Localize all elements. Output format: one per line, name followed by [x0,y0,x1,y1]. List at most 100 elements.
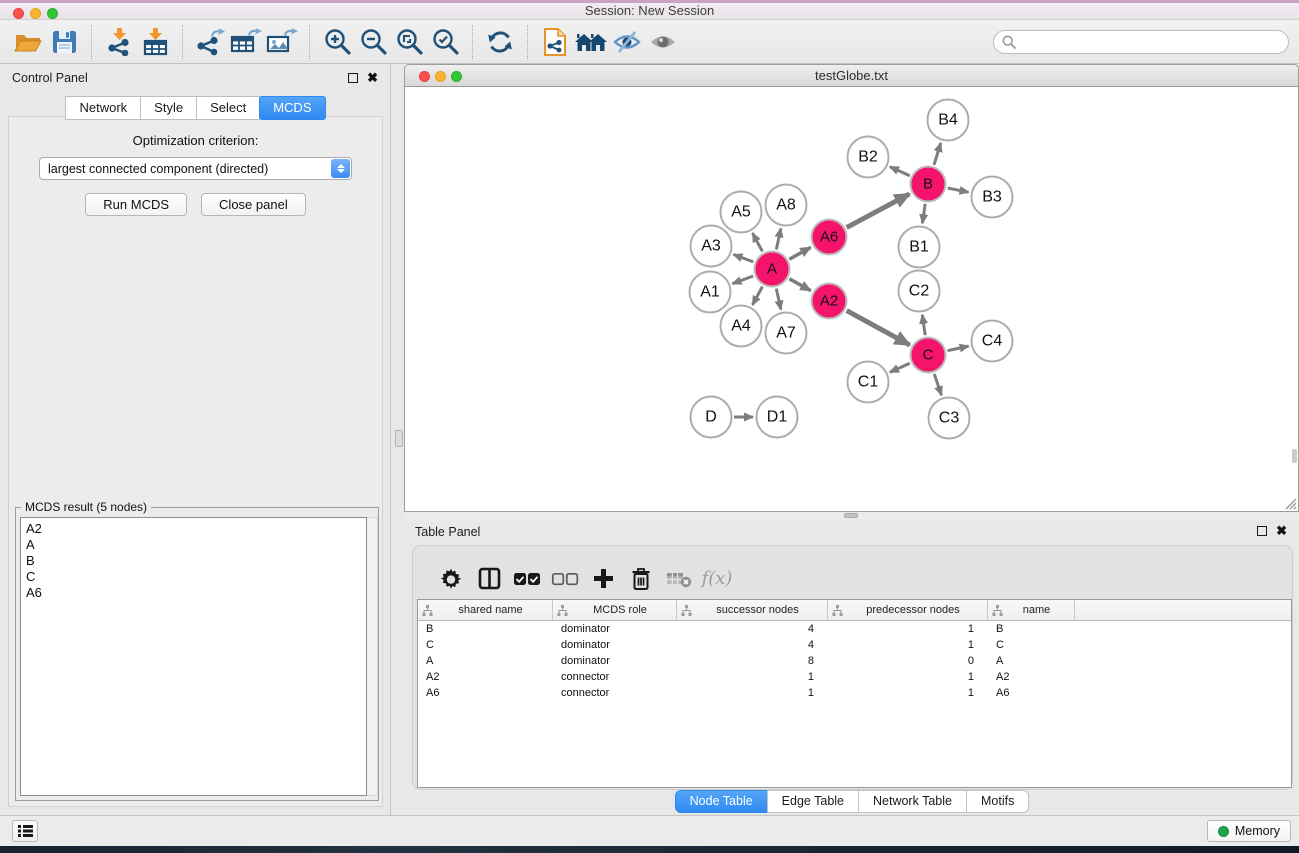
graph-edge-A6-B[interactable] [847,194,910,228]
show-graphics-details-icon[interactable] [645,24,681,60]
split-pane-handle[interactable] [395,430,403,447]
zoom-selected-icon[interactable] [427,24,463,60]
network-canvas[interactable]: B4B2BB3A8A5A6A3B1AC2A1A2A4A7C4CC1C3DD1 [404,87,1299,512]
graph-edge-B-B4[interactable] [934,143,941,165]
table-cell[interactable]: 1 [677,687,828,699]
zoom-window-button[interactable] [47,8,58,19]
mcds-list-scrollbar[interactable] [367,517,378,796]
network-from-file-icon[interactable] [537,24,573,60]
function-builder-icon[interactable]: f(x) [698,568,736,589]
import-table-icon[interactable] [137,24,173,60]
graph-edge-A-A2[interactable] [789,279,810,291]
graph-node-A4[interactable]: A4 [720,305,763,348]
graph-edge-C-C2[interactable] [922,315,925,335]
table-cell[interactable]: 4 [677,639,828,651]
minimize-view-button[interactable] [435,71,446,82]
table-cell[interactable]: B [418,623,553,635]
table-cell[interactable]: B [988,623,1075,635]
table-row[interactable]: A6connector11A6 [418,685,1291,701]
column-header-successor-nodes[interactable]: successor nodes [677,600,828,620]
graph-node-A[interactable]: A [754,251,791,288]
close-window-button[interactable] [13,8,24,19]
export-image-icon[interactable] [264,24,300,60]
network-window-titlebar[interactable]: testGlobe.txt [404,64,1299,87]
graph-node-A2[interactable]: A2 [811,283,848,320]
graph-edge-A-A1[interactable] [733,276,754,284]
show-columns-icon[interactable] [470,567,508,590]
graph-edge-A-A7[interactable] [776,289,781,310]
table-cell[interactable]: A6 [418,687,553,699]
graph-node-B4[interactable]: B4 [927,99,970,142]
home-views-icon[interactable] [573,24,609,60]
table-row[interactable]: Adominator80A [418,653,1291,669]
table-cell[interactable]: C [418,639,553,651]
mcds-result-item[interactable]: A6 [26,585,361,601]
graph-edge-A-A8[interactable] [776,228,781,249]
import-network-icon[interactable] [101,24,137,60]
minimize-window-button[interactable] [30,8,41,19]
table-cell[interactable]: 1 [677,671,828,683]
canvas-hscroll-thumb[interactable] [844,513,858,518]
export-network-icon[interactable] [192,24,228,60]
mcds-result-item[interactable]: B [26,553,361,569]
table-cell[interactable]: A2 [418,671,553,683]
create-column-icon[interactable] [584,568,622,589]
zoom-fit-icon[interactable] [391,24,427,60]
graph-node-B[interactable]: B [910,166,947,203]
canvas-hscrollbar[interactable] [404,512,1299,519]
graph-node-C1[interactable]: C1 [847,361,890,404]
zoom-out-icon[interactable] [355,24,391,60]
mcds-result-item[interactable]: A2 [26,521,361,537]
resize-grip-icon[interactable] [1284,497,1297,510]
column-header-predecessor-nodes[interactable]: predecessor nodes [828,600,988,620]
table-cell[interactable]: dominator [553,623,677,635]
table-cell[interactable]: A6 [988,687,1075,699]
zoom-in-icon[interactable] [319,24,355,60]
tab-network-table[interactable]: Network Table [858,790,967,813]
search-field[interactable] [993,30,1289,54]
graph-node-D1[interactable]: D1 [756,396,799,439]
criterion-select[interactable]: largest connected component (directed) [39,157,352,180]
deselect-all-icon[interactable] [546,572,584,586]
hide-graphics-details-icon[interactable] [609,24,645,60]
table-cell[interactable]: A [988,655,1075,667]
save-session-icon[interactable] [46,24,82,60]
graph-node-A5[interactable]: A5 [720,191,763,234]
table-row[interactable]: A2connector11A2 [418,669,1291,685]
graph-edge-A-A4[interactable] [753,287,763,305]
graph-node-A7[interactable]: A7 [765,312,808,355]
tab-edge-table[interactable]: Edge Table [767,790,859,813]
column-settings-icon[interactable] [432,567,470,591]
mcds-result-item[interactable]: A [26,537,361,553]
apply-layout-icon[interactable] [482,24,518,60]
table-row[interactable]: Cdominator41C [418,637,1291,653]
table-cell[interactable]: 0 [828,655,988,667]
close-panel-icon[interactable]: ✖ [367,73,378,83]
table-cell[interactable]: A [418,655,553,667]
close-panel-button[interactable]: Close panel [201,193,306,216]
graph-node-C4[interactable]: C4 [971,320,1014,363]
float-panel-icon[interactable] [348,73,358,83]
table-cell[interactable]: 4 [677,623,828,635]
column-header-name[interactable]: name [988,600,1075,620]
graph-edge-B-B2[interactable] [890,167,910,176]
tab-select[interactable]: Select [196,96,260,120]
tab-node-table[interactable]: Node Table [675,790,768,813]
zoom-view-button[interactable] [451,71,462,82]
table-cell[interactable]: connector [553,671,677,683]
table-cell[interactable]: 1 [828,687,988,699]
table-cell[interactable]: 1 [828,671,988,683]
table-cell[interactable]: C [988,639,1075,651]
graph-edge-A-A3[interactable] [734,255,754,262]
select-all-icon[interactable] [508,572,546,586]
table-cell[interactable]: 8 [677,655,828,667]
graph-edge-B-B3[interactable] [948,188,969,192]
delete-columns-icon[interactable] [622,567,660,591]
tab-network[interactable]: Network [65,96,141,120]
memory-button[interactable]: Memory [1207,820,1291,842]
canvas-vscroll-thumb[interactable] [1292,449,1297,463]
graph-node-A1[interactable]: A1 [689,271,732,314]
graph-node-C[interactable]: C [910,337,947,374]
open-session-icon[interactable] [10,24,46,60]
column-header-mcds-role[interactable]: MCDS role [553,600,677,620]
